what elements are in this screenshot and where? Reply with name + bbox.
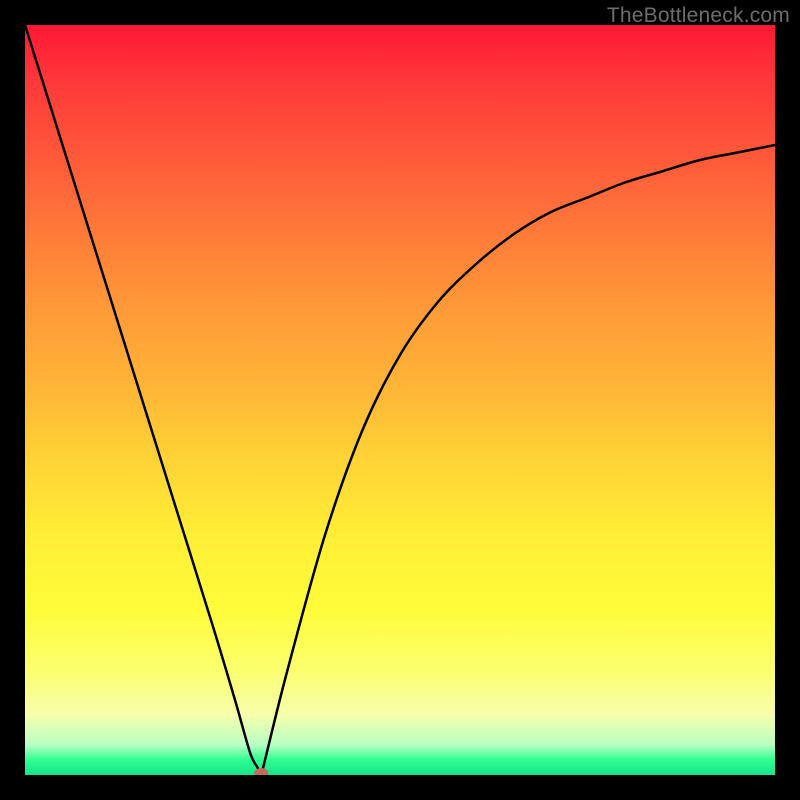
bottleneck-curve	[25, 25, 775, 775]
watermark-text: TheBottleneck.com	[607, 4, 790, 28]
minimum-marker	[254, 768, 268, 775]
curve-layer	[25, 25, 775, 775]
plot-area	[25, 25, 775, 775]
chart-frame: TheBottleneck.com	[0, 0, 800, 800]
